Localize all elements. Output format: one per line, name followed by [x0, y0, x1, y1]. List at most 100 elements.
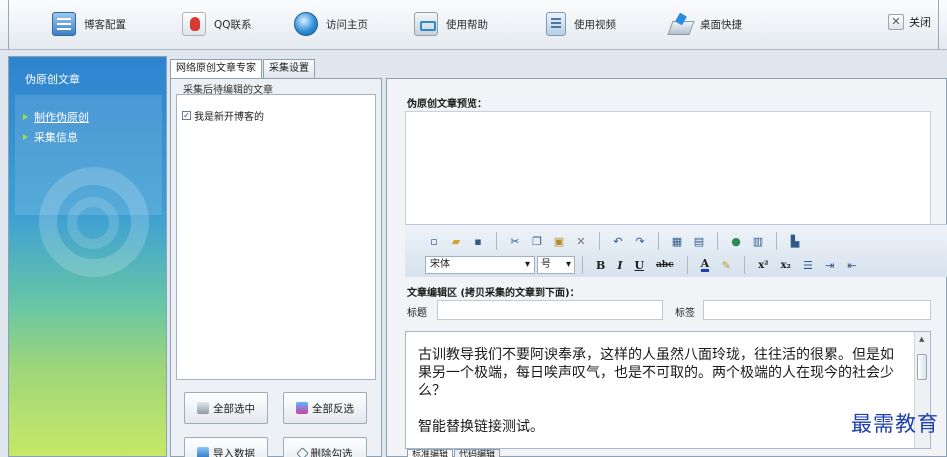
new-doc-icon[interactable]: ▫	[427, 235, 441, 248]
highlight-icon[interactable]: ✎	[719, 259, 733, 272]
sidebar-item-label: 采集信息	[34, 131, 78, 144]
bold-icon[interactable]: B	[596, 259, 605, 272]
invert-selection-icon	[296, 402, 308, 414]
close-label: 关闭	[909, 16, 931, 29]
watermark: 最需教育	[851, 412, 939, 436]
subscript-icon[interactable]: x₂	[781, 260, 791, 271]
editor-toolbar-row-2: 宋体 ▾ 号 ▾ B I U abc A ✎ x² x₂ ☰ ⇥ ⇤	[405, 253, 947, 277]
select-all-button[interactable]: 全部选中	[184, 392, 268, 424]
import-data-button[interactable]: 导入数据	[184, 437, 268, 457]
scrollbar-thumb[interactable]	[917, 354, 927, 380]
help-icon	[414, 12, 438, 36]
delete-checked-label: 删除勾选	[310, 447, 353, 457]
visit-homepage-label: 访问主页	[326, 18, 368, 31]
tag-field[interactable]	[703, 300, 931, 320]
copy-icon[interactable]: ❐	[530, 235, 544, 248]
eraser-icon	[295, 446, 309, 457]
strikethrough-icon[interactable]: abc	[656, 260, 674, 270]
font-color-icon[interactable]: A	[700, 258, 710, 272]
list-item[interactable]: ✓ 我是新开博客的	[182, 108, 264, 123]
preview-area[interactable]	[405, 111, 931, 225]
article-panel: 采集后待编辑的文章 ✓ 我是新开博客的 全部选中 全部反选 导入数据 删除勾选	[170, 78, 382, 457]
sidebar-title: 伪原创文章	[25, 73, 80, 86]
italic-icon[interactable]: I	[617, 259, 622, 272]
image-icon[interactable]: ▥	[751, 235, 765, 248]
toolbar-separator	[582, 256, 583, 274]
title-field[interactable]	[437, 300, 663, 320]
blog-config-label: 博客配置	[84, 18, 126, 31]
list-item-label: 我是新开博客的	[194, 112, 264, 123]
sidebar-item-make-pseudo-original[interactable]: 制作伪原创	[23, 109, 89, 125]
middle-tabs: 网络原创文章专家 采集设置	[170, 59, 316, 79]
visit-homepage-button[interactable]: 访问主页	[294, 9, 368, 39]
editor-toolbar-row-1: ▫ ▰ ▪ ✂ ❐ ▣ ✕ ↶ ↷ ▦ ▤ ● ▥ ▙	[405, 229, 947, 253]
font-name-select[interactable]: 宋体 ▾	[425, 256, 535, 274]
toolbar-separator	[658, 232, 659, 250]
redo-icon[interactable]: ↷	[633, 235, 647, 248]
print-icon[interactable]: ▙	[788, 235, 802, 248]
toolbar-separator	[744, 256, 746, 274]
editor-mode-tabs: 标准编辑 代码编辑	[407, 449, 501, 457]
edit-area-label: 文章编辑区 (拷贝采集的文章到下面)：	[407, 288, 580, 299]
select-all-label: 全部选中	[213, 402, 255, 415]
globe-icon	[294, 12, 318, 36]
checkbox-checked-icon[interactable]: ✓	[182, 111, 191, 120]
tab-original-article-expert[interactable]: 网络原创文章专家	[170, 59, 262, 79]
qq-contact-button[interactable]: QQ联系	[182, 9, 252, 39]
toolbar-separator	[717, 232, 718, 250]
qq-icon	[182, 12, 206, 36]
blog-config-button[interactable]: 博客配置	[52, 9, 126, 39]
undo-icon[interactable]: ↶	[611, 235, 625, 248]
toolbar-separator	[599, 232, 600, 250]
delete-icon[interactable]: ✕	[574, 235, 588, 248]
indent-icon[interactable]: ⇥	[823, 259, 837, 272]
editor-toolbar: ▫ ▰ ▪ ✂ ❐ ▣ ✕ ↶ ↷ ▦ ▤ ● ▥ ▙ 宋体 ▾ 号 ▾ B I…	[405, 224, 947, 277]
table-icon[interactable]: ▦	[670, 235, 684, 248]
sidebar-item-collect-info[interactable]: 采集信息	[23, 129, 78, 145]
columns-icon[interactable]: ▤	[692, 235, 706, 248]
sidebar: 伪原创文章 制作伪原创 采集信息	[8, 56, 167, 457]
paste-icon[interactable]: ▣	[552, 235, 566, 248]
save-icon[interactable]: ▪	[471, 235, 485, 248]
toolbar-separator	[686, 256, 688, 274]
link-icon[interactable]: ●	[729, 235, 743, 248]
video-button[interactable]: 使用视频	[546, 9, 616, 39]
tab-collect-settings[interactable]: 采集设置	[263, 59, 315, 78]
toolbar-edge-right	[938, 0, 939, 50]
invert-selection-label: 全部反选	[312, 402, 354, 415]
title-label: 标题	[407, 308, 427, 319]
font-name-value: 宋体	[430, 259, 450, 270]
help-label: 使用帮助	[446, 18, 488, 31]
editor-panel: 伪原创文章预览： ▫ ▰ ▪ ✂ ❐ ▣ ✕ ↶ ↷ ▦ ▤ ● ▥ ▙ 宋体 …	[386, 78, 947, 457]
toolbar-edge-left	[8, 0, 9, 50]
sidebar-item-label: 制作伪原创	[34, 111, 89, 124]
toolbar-separator	[776, 232, 777, 250]
preview-label: 伪原创文章预览：	[407, 99, 487, 110]
article-list: ✓ 我是新开博客的	[176, 94, 376, 380]
scroll-up-icon[interactable]: ▲	[919, 335, 924, 343]
desktop-shortcut-icon	[668, 12, 692, 36]
superscript-icon[interactable]: x²	[758, 260, 768, 271]
article-paragraph: 古训教导我们不要阿谀奉承，这样的人虽然八面玲珑，往往活的很累。但是如果另一个极端…	[418, 347, 894, 399]
cut-icon[interactable]: ✂	[508, 235, 522, 248]
underline-icon[interactable]: U	[634, 259, 644, 272]
help-button[interactable]: 使用帮助	[414, 9, 488, 39]
font-size-value: 号	[541, 259, 551, 270]
list-icon[interactable]: ☰	[801, 259, 815, 272]
desktop-shortcut-label: 桌面快捷	[700, 18, 742, 31]
tab-standard-edit[interactable]: 标准编辑	[407, 449, 454, 457]
tab-code-edit[interactable]: 代码编辑	[454, 449, 501, 457]
video-label: 使用视频	[574, 18, 616, 31]
select-all-icon	[197, 402, 209, 414]
article-editor-content[interactable]: 古训教导我们不要阿谀奉承，这样的人虽然八面玲珑，往往活的很累。但是如果另一个极端…	[418, 346, 904, 454]
article-paragraph: 智能替换链接测试。	[418, 419, 544, 435]
sidebar-decoration-inner	[67, 197, 119, 249]
font-size-select[interactable]: 号 ▾	[537, 256, 575, 274]
blog-config-icon	[52, 12, 76, 36]
delete-checked-button[interactable]: 删除勾选	[283, 437, 367, 457]
invert-selection-button[interactable]: 全部反选	[283, 392, 367, 424]
open-folder-icon[interactable]: ▰	[449, 235, 463, 248]
outdent-icon[interactable]: ⇤	[845, 259, 859, 272]
close-button[interactable]: ✕ 关闭	[888, 14, 931, 30]
desktop-shortcut-button[interactable]: 桌面快捷	[668, 9, 742, 39]
